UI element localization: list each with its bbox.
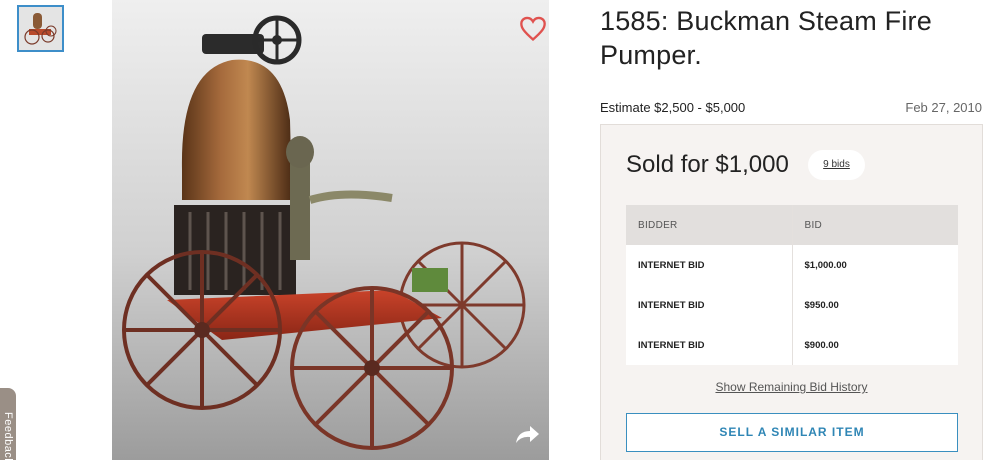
show-bid-history-link[interactable]: Show Remaining Bid History	[601, 380, 982, 394]
bidder-cell: INTERNET BID	[626, 325, 793, 365]
share-arrow-icon[interactable]	[514, 423, 540, 445]
thumbnail-image	[19, 7, 62, 50]
column-header-bidder: BIDDER	[626, 205, 793, 245]
estimate-text: Estimate $2,500 - $5,000	[600, 100, 746, 115]
bidder-cell: INTERNET BID	[626, 245, 793, 285]
table-row: INTERNET BID $950.00	[626, 285, 958, 325]
bid-table-header: BIDDER BID	[626, 205, 958, 245]
bid-panel: Sold for $1,000 9 bids BIDDER BID INTERN…	[600, 124, 983, 460]
bids-count-link[interactable]: 9 bids	[808, 150, 865, 180]
bid-amount-cell: $900.00	[804, 339, 839, 351]
bid-table: BIDDER BID INTERNET BID $1,000.00 INTERN…	[626, 205, 958, 365]
table-row: INTERNET BID $900.00	[626, 325, 958, 365]
lot-title: 1585: Buckman Steam Fire Pumper.	[600, 6, 932, 70]
main-photo[interactable]	[112, 0, 549, 460]
bid-amount-cell: $950.00	[804, 299, 839, 311]
feedback-tab[interactable]: Feedback	[0, 388, 16, 460]
gallery-thumbnail[interactable]	[17, 5, 64, 52]
feedback-label: Feedback	[2, 412, 14, 460]
table-row: INTERNET BID $1,000.00	[626, 245, 958, 285]
steam-pumper-image	[122, 15, 526, 450]
sale-date: Feb 27, 2010	[905, 100, 982, 115]
column-header-bid: BID	[792, 205, 958, 245]
bid-amount-cell: $1,000.00	[804, 259, 847, 271]
heart-icon[interactable]	[519, 15, 547, 43]
bidder-cell: INTERNET BID	[626, 285, 793, 325]
sell-similar-item-button[interactable]: SELL A SIMILAR ITEM	[626, 413, 958, 452]
sold-price: Sold for $1,000	[626, 151, 789, 178]
